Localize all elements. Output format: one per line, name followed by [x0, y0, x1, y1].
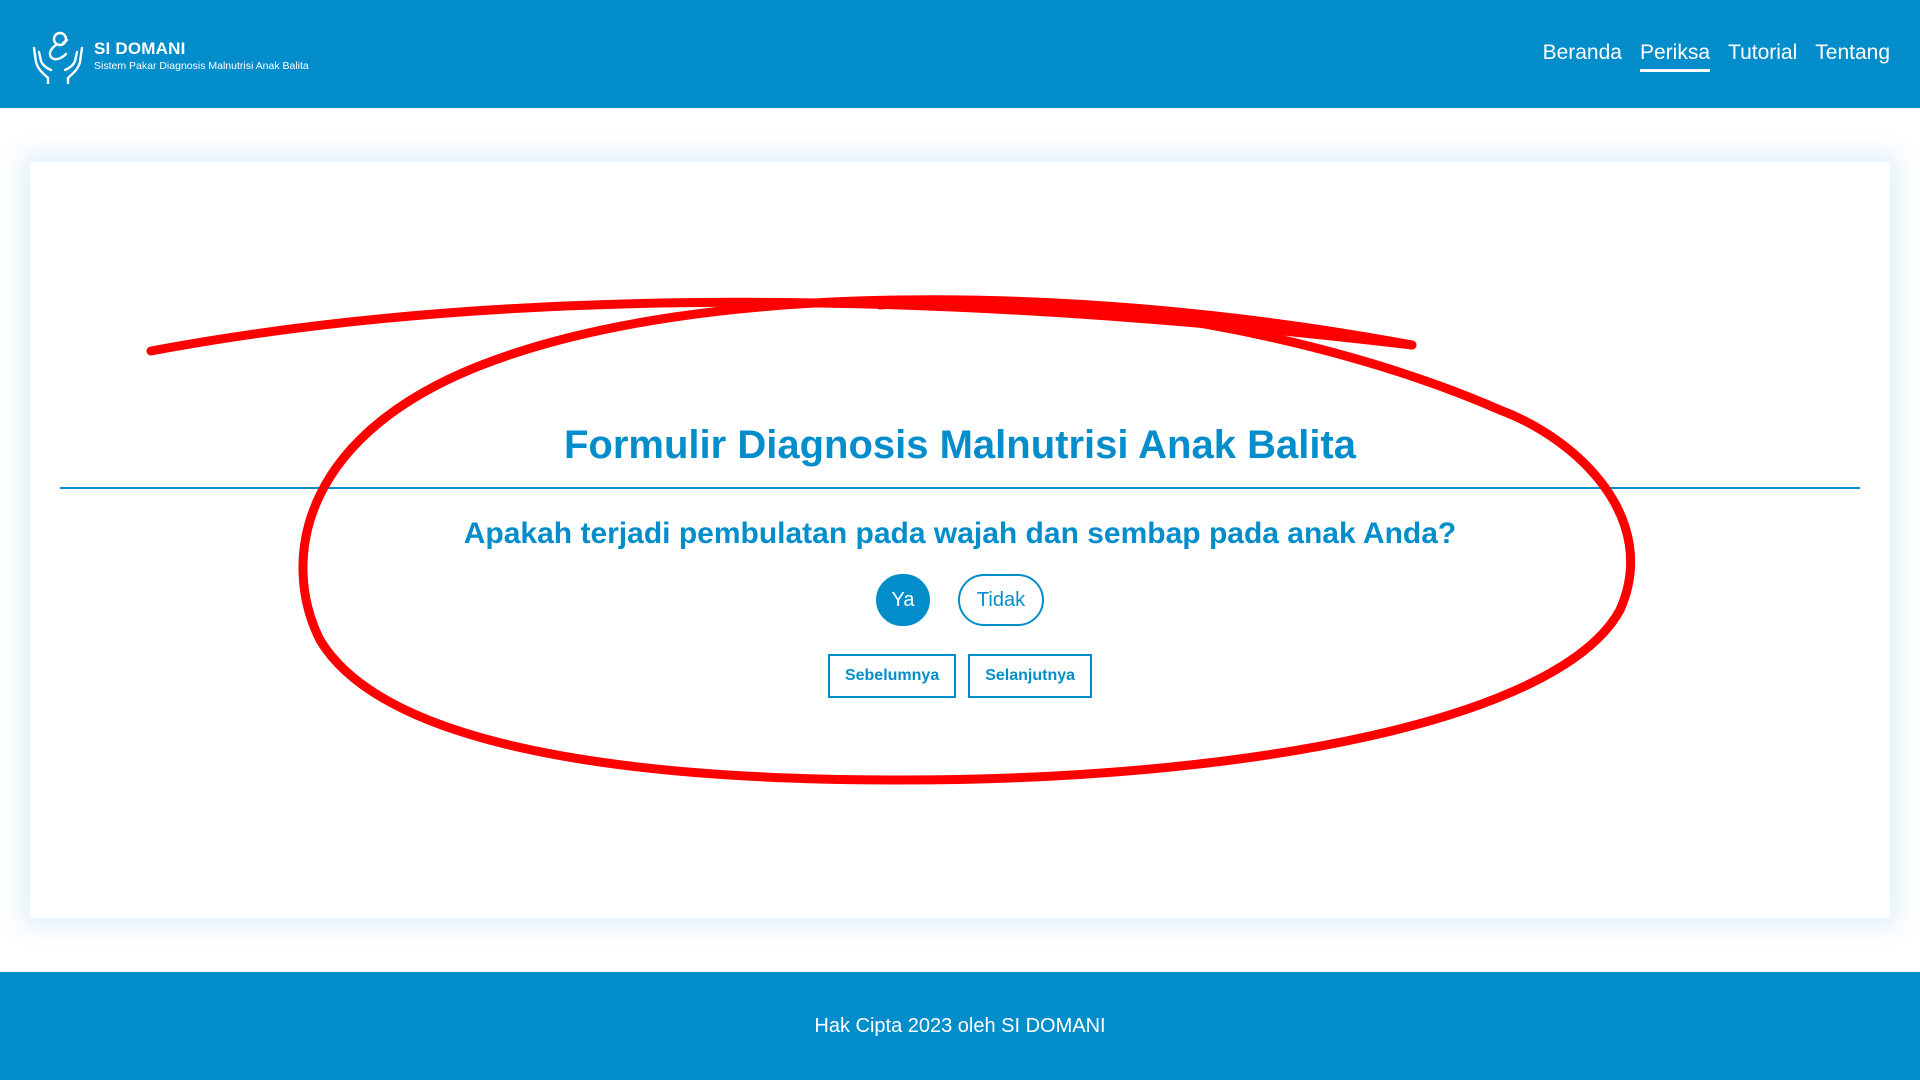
footer: Hak Cipta 2023 oleh SI DOMANI — [0, 972, 1920, 1080]
form-title: Formulir Diagnosis Malnutrisi Anak Balit… — [564, 423, 1356, 467]
nav-link-tentang[interactable]: Tentang — [1815, 38, 1890, 68]
diagnosis-form-card: Formulir Diagnosis Malnutrisi Anak Balit… — [30, 162, 1890, 918]
brand[interactable]: SI DOMANI Sistem Pakar Diagnosis Malnutr… — [30, 28, 309, 84]
question-text: Apakah terjadi pembulatan pada wajah dan… — [463, 517, 1457, 550]
navbar: SI DOMANI Sistem Pakar Diagnosis Malnutr… — [0, 0, 1920, 108]
answer-yes-button[interactable]: Ya — [876, 574, 930, 626]
hands-holding-child-icon — [32, 31, 84, 84]
copyright-text: Hak Cipta 2023 oleh SI DOMANI — [814, 1015, 1106, 1037]
answer-no-button[interactable]: Tidak — [958, 574, 1044, 626]
brand-text: SI DOMANI Sistem Pakar Diagnosis Malnutr… — [94, 39, 309, 73]
form-navigation: Sebelumnya Selanjutnya — [30, 654, 1890, 698]
nav-link-periksa[interactable]: Periksa — [1639, 38, 1711, 72]
nav-menu: Beranda Periksa Tutorial Tentang — [1543, 38, 1890, 72]
brand-title: SI DOMANI — [94, 39, 186, 58]
next-button[interactable]: Selanjutnya — [968, 654, 1093, 698]
answer-options: Ya Tidak — [30, 574, 1890, 626]
title-divider — [60, 487, 1860, 489]
previous-button[interactable]: Sebelumnya — [827, 654, 957, 698]
nav-link-beranda[interactable]: Beranda — [1543, 38, 1622, 68]
nav-link-tutorial[interactable]: Tutorial — [1728, 38, 1797, 68]
brand-subtitle: Sistem Pakar Diagnosis Malnutrisi Anak B… — [94, 60, 309, 72]
